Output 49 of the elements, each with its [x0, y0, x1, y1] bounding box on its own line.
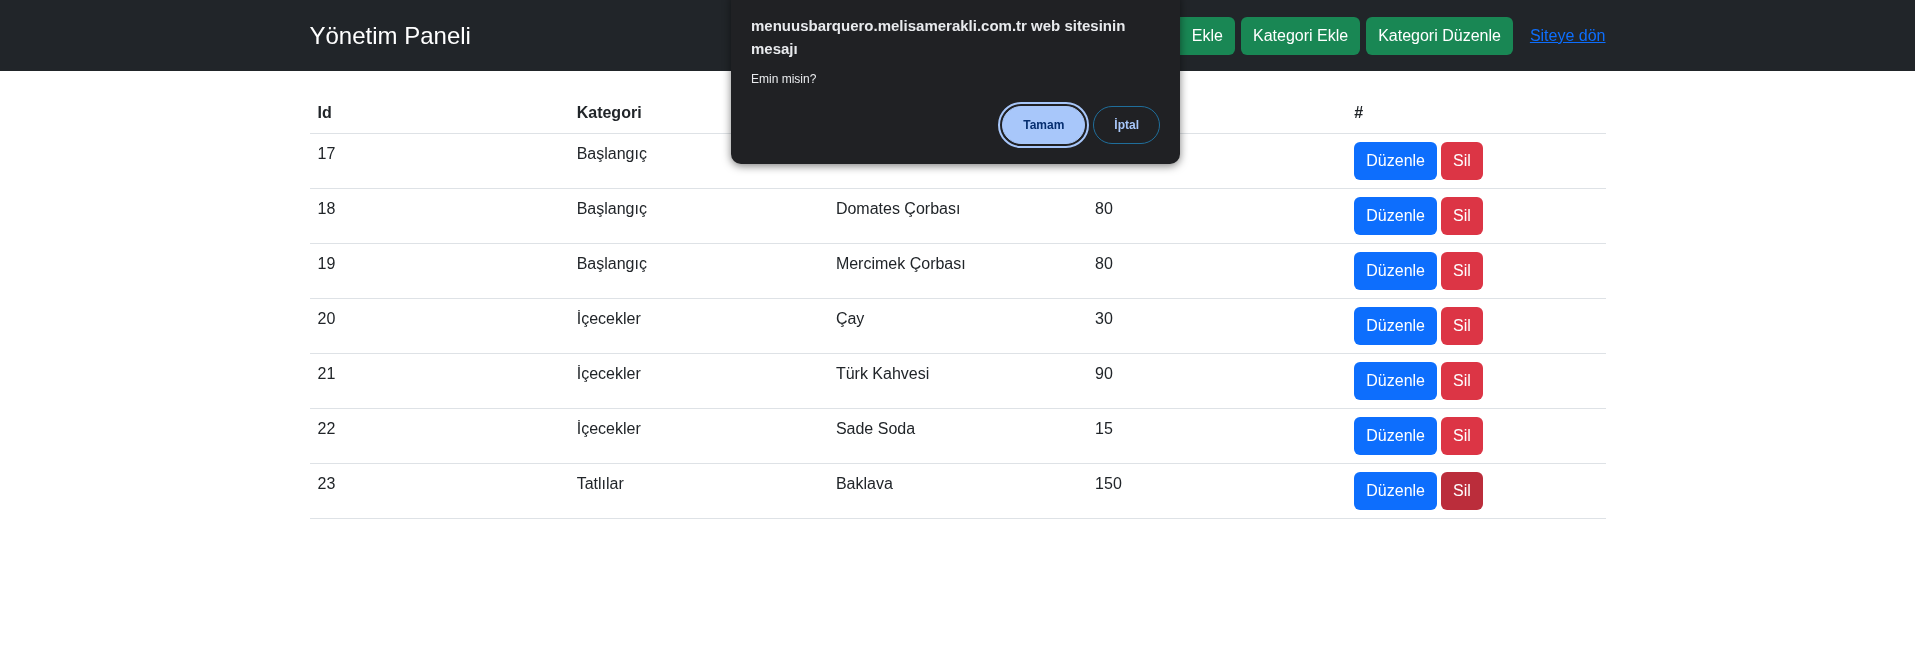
table-cell-text: 80: [1094, 254, 1114, 274]
back-link[interactable]: Siteye dön: [1529, 26, 1606, 45]
edit-button[interactable]: Düzenle: [1354, 417, 1437, 455]
delete-button[interactable]: Sil: [1441, 307, 1483, 345]
table-cell-text: 150: [1094, 474, 1123, 494]
table-cell-text: Başlangıç: [575, 144, 648, 164]
table-cell-text: 30: [1094, 309, 1114, 329]
delete-button[interactable]: Sil: [1441, 362, 1483, 400]
table-cell-text: İçecekler: [575, 419, 642, 439]
table-cell-text: Sade Soda: [834, 419, 917, 439]
edit-button[interactable]: Düzenle: [1354, 472, 1437, 510]
table-cell-text: Başlangıç: [575, 254, 648, 274]
column-header: Kategori: [575, 103, 643, 123]
table-cell-text: Türk Kahvesi: [834, 364, 931, 384]
column-header: Id: [316, 103, 333, 123]
dialog-message: Emin misin?: [751, 72, 818, 86]
table-cell-text: Domates Çorbası: [834, 199, 962, 219]
table-cell-text: Çay: [834, 309, 866, 329]
edit-button[interactable]: Düzenle: [1354, 252, 1437, 290]
site-title: Yönetim Paneli: [309, 21, 471, 50]
table-cell-text: 22: [316, 419, 337, 439]
nav-button[interactable]: Kategori Düzenle: [1366, 16, 1513, 55]
edit-button[interactable]: Düzenle: [1354, 197, 1437, 235]
table-cell-text: İçecekler: [575, 364, 642, 384]
delete-button[interactable]: Sil: [1441, 197, 1483, 235]
table-cell-text: 15: [1094, 419, 1114, 439]
edit-button[interactable]: Düzenle: [1354, 142, 1437, 180]
dialog-title: menuusbarquero.melisamerakli.com.tr web sitesinin mesajı: [751, 16, 1127, 59]
table-cell-text: İçecekler: [575, 309, 642, 329]
table-cell-text: 80: [1094, 199, 1114, 219]
edit-button[interactable]: Düzenle: [1354, 307, 1437, 345]
delete-button[interactable]: Sil: [1441, 417, 1483, 455]
delete-button[interactable]: Sil: [1441, 142, 1483, 180]
table-cell-text: 20: [316, 309, 337, 329]
table-cell-text: Baklava: [834, 474, 894, 494]
column-header: #: [1353, 103, 1365, 123]
table-cell-text: Tatlılar: [575, 474, 625, 494]
table-cell-text: 21: [316, 364, 337, 384]
table-cell-text: 18: [316, 199, 337, 219]
table-cell-text: 23: [316, 474, 337, 494]
delete-button[interactable]: Sil: [1441, 252, 1483, 290]
nav-button[interactable]: Kategori Ekle: [1240, 16, 1361, 55]
table-cell-text: Başlangıç: [575, 199, 648, 219]
delete-button[interactable]: Sil: [1441, 472, 1483, 510]
table-cell-text: 19: [316, 254, 337, 274]
table-cell-text: 90: [1094, 364, 1114, 384]
table-cell-text: 17: [316, 144, 337, 164]
table-cell-text: Mercimek Çorbası: [834, 254, 967, 274]
edit-button[interactable]: Düzenle: [1354, 362, 1437, 400]
